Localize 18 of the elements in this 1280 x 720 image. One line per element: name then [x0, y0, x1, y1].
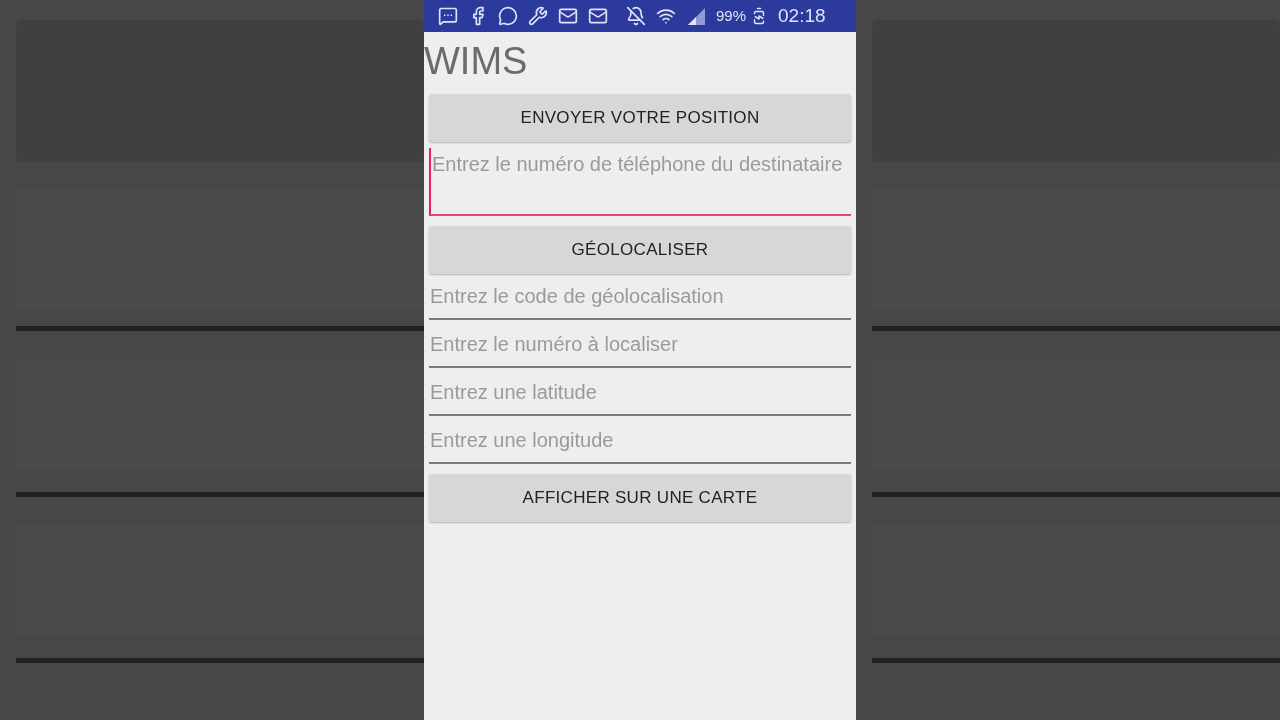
action-button[interactable]: AFFICHER SUR UNE CARTE	[429, 474, 851, 522]
app-title: WIMS	[424, 39, 528, 84]
wrench-icon	[528, 6, 548, 26]
chat-bubble-icon	[438, 6, 458, 26]
action-button[interactable]: ENVOYER VOTRE POSITION	[429, 94, 851, 142]
text-field[interactable]: Entrez une longitude	[429, 424, 851, 464]
mute-icon	[626, 6, 646, 26]
wifi-icon	[656, 6, 676, 26]
text-field[interactable]: Entrez le numéro à localiser	[429, 328, 851, 368]
signal-icon	[686, 6, 706, 26]
mail-icon	[558, 6, 578, 26]
text-field[interactable]: Entrez le numéro de téléphone du destinataire	[429, 148, 851, 216]
text-field[interactable]: Entrez le code de géolocalisation	[429, 280, 851, 320]
mail-icon	[588, 6, 608, 26]
clock: 02:18	[778, 3, 826, 28]
action-button[interactable]: GÉOLOCALISER	[429, 226, 851, 274]
text-field[interactable]: Entrez une latitude	[429, 376, 851, 416]
battery-percent: 99%	[716, 5, 747, 26]
